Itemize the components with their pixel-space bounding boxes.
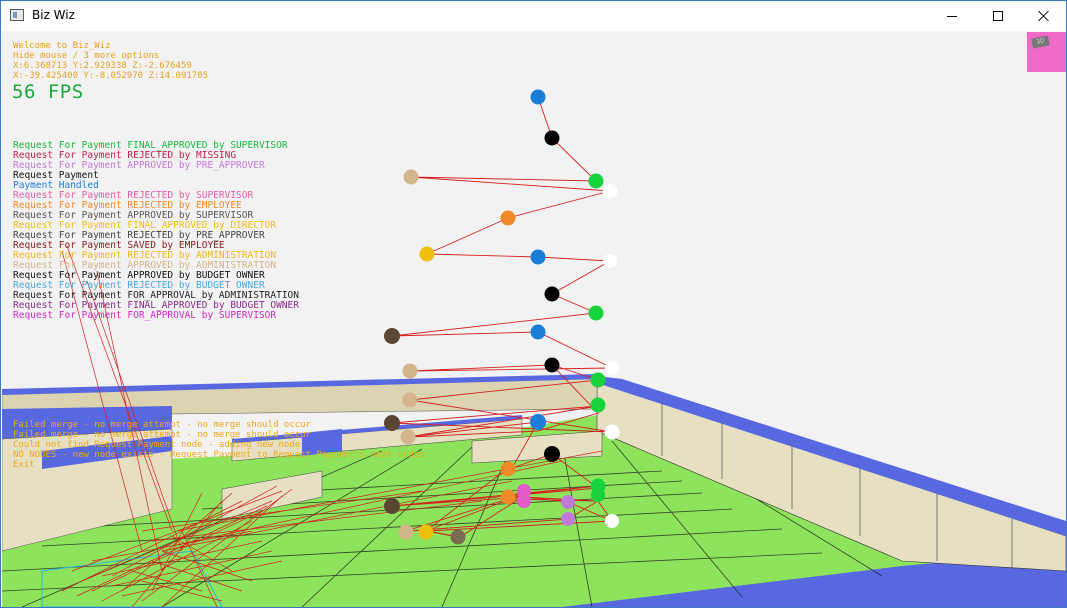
- log-line: Failed merge - no merge attempt - no mer…: [13, 430, 312, 440]
- graph-node: [602, 183, 618, 199]
- graph-node: [450, 529, 466, 545]
- minimap-label: 3D: [1031, 35, 1050, 49]
- graph-node: [419, 246, 435, 262]
- graph-node: [604, 424, 620, 440]
- hud-info: Welcome to Biz_Wiz Hide mouse / 3 more o…: [13, 41, 208, 81]
- graph-node: [590, 372, 606, 388]
- graph-node: [398, 524, 414, 540]
- graph-node: [591, 488, 605, 502]
- minimize-icon: [947, 15, 957, 17]
- graph-node: [530, 414, 546, 430]
- graph-node: [418, 524, 434, 540]
- graph-node: [530, 249, 546, 265]
- minimap[interactable]: 3D: [1027, 32, 1066, 72]
- camera-coords: X:6.368713 Y:2.929338 Z:-2.676459: [13, 61, 192, 71]
- fps-counter: 56 FPS: [12, 81, 84, 103]
- close-button[interactable]: [1021, 1, 1066, 31]
- title-bar[interactable]: Biz Wiz: [1, 1, 1066, 31]
- graph-node: [530, 324, 546, 340]
- close-icon: [1038, 10, 1050, 22]
- maximize-icon: [993, 11, 1003, 21]
- graph-node: [605, 514, 619, 528]
- graph-node: [517, 494, 531, 508]
- graph-node: [530, 89, 546, 105]
- welcome-text: Welcome to Biz_Wiz: [13, 41, 111, 51]
- graph-node: [544, 286, 560, 302]
- graph-node: [588, 173, 604, 189]
- graph-node: [384, 498, 400, 514]
- graph-node: [402, 392, 418, 408]
- graph-node: [544, 446, 560, 462]
- graph-node: [590, 397, 606, 413]
- graph-node: [544, 357, 560, 373]
- window-title: Biz Wiz: [32, 8, 75, 22]
- legend-item: Request For Payment FOR_APPROVAL by SUPE…: [13, 310, 277, 321]
- app-window: Biz Wiz Welcome to Biz_Wiz Hide mouse / …: [0, 0, 1067, 608]
- hint-text: Hide mouse / 3 more options: [13, 51, 160, 61]
- graph-node: [384, 328, 400, 344]
- graph-node: [605, 361, 619, 375]
- graph-node: [561, 512, 575, 526]
- graph-node: [561, 495, 575, 509]
- 3d-viewport[interactable]: Welcome to Biz_Wiz Hide mouse / 3 more o…: [2, 31, 1066, 607]
- log-line: NO NODES - new node exists - Request Pay…: [13, 450, 425, 460]
- log-line: Could not find Request Payment node - ad…: [13, 440, 301, 450]
- graph-node: [500, 461, 516, 477]
- log-line: Exit: [13, 460, 35, 470]
- log-line: Failed merge - no merge attempt - no mer…: [13, 420, 312, 430]
- graph-node: [603, 254, 617, 268]
- app-icon: [10, 9, 24, 21]
- graph-node: [403, 169, 419, 185]
- graph-node: [544, 130, 560, 146]
- graph-node: [588, 305, 604, 321]
- target-coords: X:-39.425400 Y:-8.052970 Z:14.091705: [13, 71, 209, 81]
- maximize-button[interactable]: [975, 1, 1021, 31]
- event-log: Failed merge - no merge attempt - no mer…: [13, 420, 425, 470]
- minimize-button[interactable]: [929, 1, 975, 31]
- state-legend: Request For Payment FINAL_APPROVED by SU…: [13, 131, 299, 321]
- graph-node: [500, 210, 516, 226]
- graph-node: [500, 489, 516, 505]
- graph-node: [402, 363, 418, 379]
